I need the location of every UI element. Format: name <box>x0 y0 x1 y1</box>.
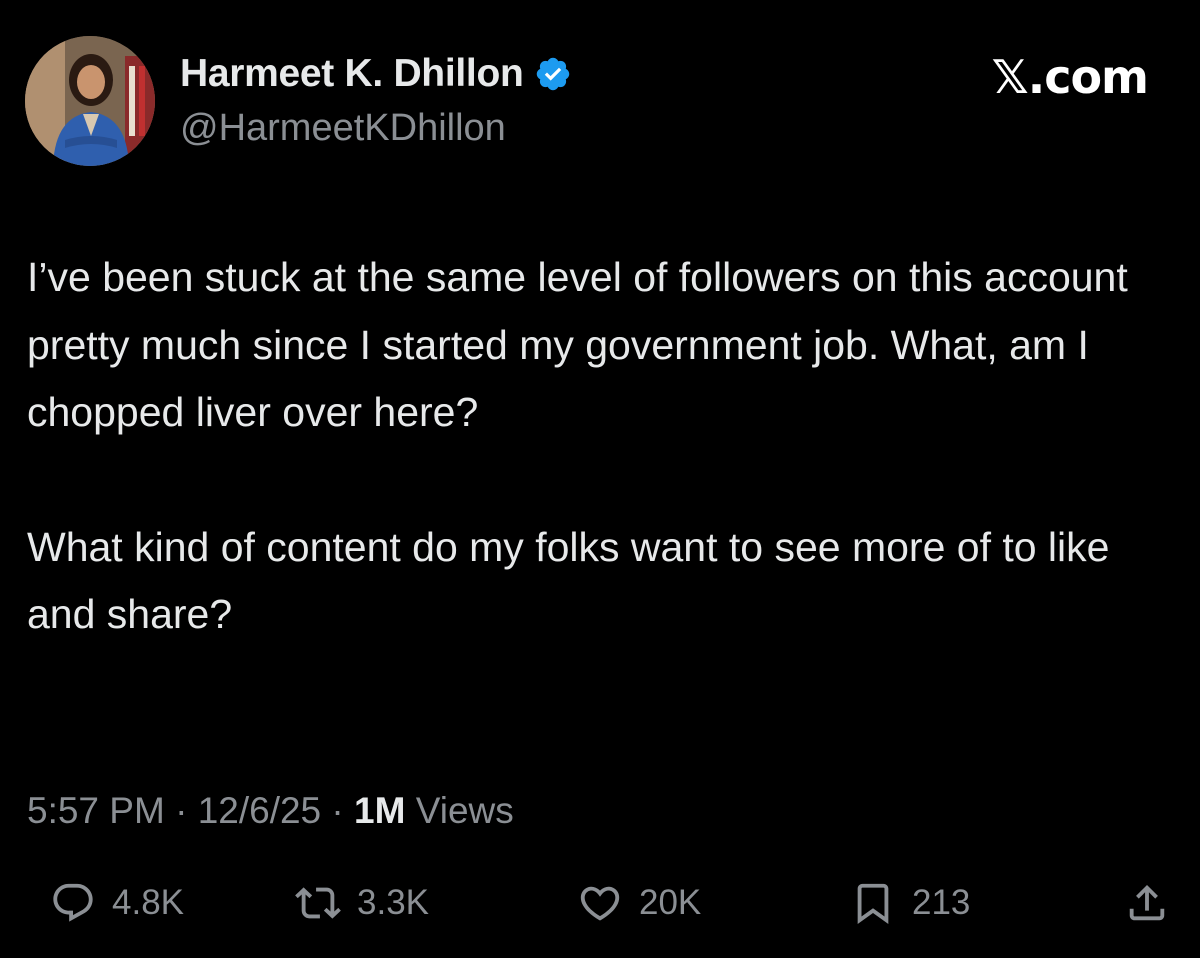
reply-icon <box>53 883 93 922</box>
repost-icon <box>295 887 341 919</box>
tweet-time[interactable]: 5:57 PM <box>27 790 165 831</box>
action-bar: 4.8K 3.3K 20K 213 <box>0 880 1200 940</box>
reply-count: 4.8K <box>112 883 184 922</box>
x-logo-icon: 𝕏.com <box>991 50 1149 104</box>
like-button[interactable]: 20K <box>577 880 701 926</box>
tweet-paragraph: What kind of content do my folks want to… <box>27 523 1110 638</box>
views-count: 1M <box>354 790 406 831</box>
tweet-date[interactable]: 12/6/25 <box>198 790 321 831</box>
author-name-row: Harmeet K. Dhillon <box>180 52 572 96</box>
share-button[interactable] <box>1124 880 1170 926</box>
share-icon <box>1129 884 1165 921</box>
tweet-paragraph: I’ve been stuck at the same level of fol… <box>27 254 1128 435</box>
like-count: 20K <box>639 883 702 922</box>
views-label: Views <box>415 790 514 831</box>
verified-badge-icon <box>534 55 572 93</box>
heart-icon <box>580 886 620 921</box>
bookmark-icon <box>857 883 889 924</box>
reply-button[interactable]: 4.8K <box>50 880 184 926</box>
author-handle[interactable]: @HarmeetKDhillon <box>180 107 506 150</box>
tweet-meta: 5:57 PM · 12/6/25 · 1M Views <box>27 790 514 832</box>
meta-separator: · <box>164 790 198 831</box>
bookmark-count: 213 <box>912 883 971 922</box>
meta-separator: · <box>321 790 355 831</box>
tweet-text: I’ve been stuck at the same level of fol… <box>27 244 1177 649</box>
profile-photo <box>25 36 155 166</box>
author-display-name[interactable]: Harmeet K. Dhillon <box>180 52 524 96</box>
bookmark-button[interactable]: 213 <box>850 880 970 926</box>
repost-button[interactable]: 3.3K <box>295 880 429 926</box>
repost-count: 3.3K <box>357 883 429 922</box>
avatar[interactable] <box>25 36 155 166</box>
